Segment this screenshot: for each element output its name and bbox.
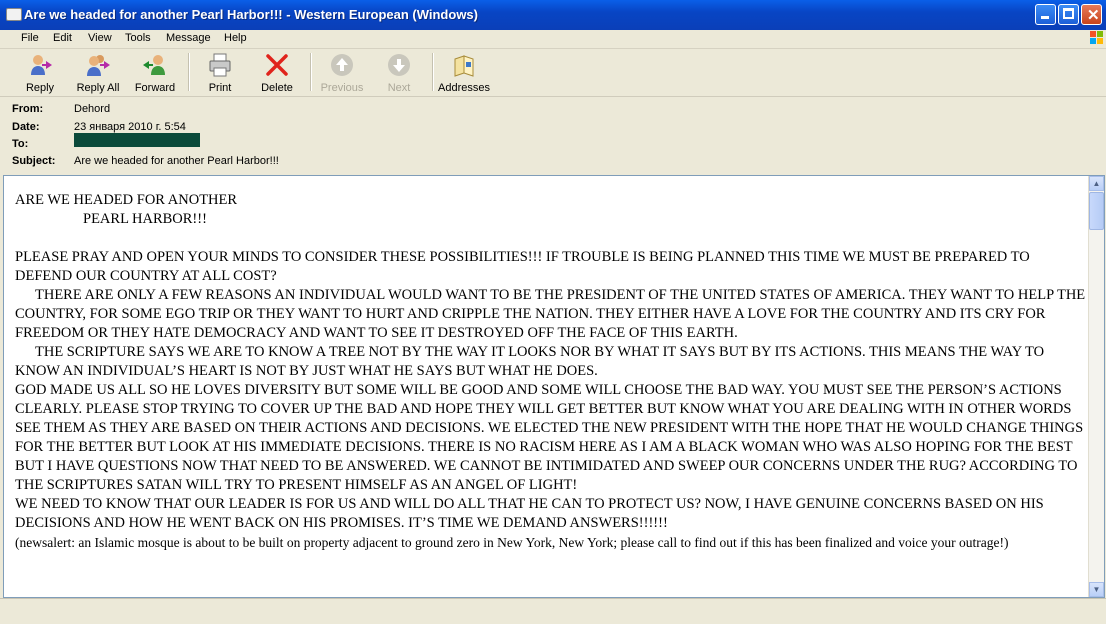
menu-file[interactable]: File [21,32,39,44]
address-book-icon [454,55,474,77]
message-title-line1: ARE WE HEADED FOR ANOTHER [15,192,238,208]
date-value: 23 января 2010 г. 5:54 [74,121,186,133]
toolbar: Reply Reply All Forward Print Delete Pre… [0,49,1106,97]
reply-icon [31,55,52,75]
arrow-down-icon [388,54,410,76]
message-paragraph: WE NEED TO KNOW THAT OUR LEADER IS FOR U… [15,496,1044,531]
forward-button[interactable]: Forward [127,51,183,95]
windows-logo-icon [1090,31,1103,44]
subject-value: Are we headed for another Pearl Harbor!!… [74,155,279,167]
vertical-scrollbar[interactable]: ▲ ▼ [1088,176,1104,597]
menu-help[interactable]: Help [224,32,247,44]
reply-all-button[interactable]: Reply All [70,51,126,95]
minimize-button[interactable] [1035,4,1056,25]
print-button[interactable]: Print [192,51,248,95]
redacted-recipient [74,133,200,147]
reply-button[interactable]: Reply [12,51,68,95]
menu-bar: File Edit View Tools Message Help [0,30,1106,49]
previous-button[interactable]: Previous [314,51,370,95]
from-value: Dehord [74,103,111,115]
message-paragraph: (newsalert: an Islamic mosque is about t… [15,535,1009,550]
subject-label: Subject: [12,155,56,167]
menu-message[interactable]: Message [166,32,211,44]
printer-icon [209,53,231,77]
addresses-button[interactable]: Addresses [436,51,492,95]
date-label: Date: [12,121,40,133]
scroll-thumb[interactable] [1089,192,1104,230]
close-button[interactable]: ✕ [1081,4,1102,25]
message-body[interactable]: ARE WE HEADED FOR ANOTHER PEARL HARBOR!!… [3,175,1105,598]
message-paragraph: THE SCRIPTURE SAYS WE ARE TO KNOW A TREE… [15,344,1045,379]
scroll-up-arrow-icon[interactable]: ▲ [1089,176,1104,191]
message-header: From: Dehord Date: 23 января 2010 г. 5:5… [0,97,1106,175]
scroll-down-arrow-icon[interactable]: ▼ [1089,582,1104,597]
window-title: Are we headed for another Pearl Harbor!!… [24,7,478,22]
delete-button[interactable]: Delete [249,51,305,95]
to-label: To: [12,138,29,150]
message-paragraph: GOD MADE US ALL SO HE LOVES DIVERSITY BU… [15,382,1084,493]
menu-view[interactable]: View [88,32,112,44]
message-paragraph: PLEASE PRAY AND OPEN YOUR MINDS TO CONSI… [15,249,1030,284]
menu-edit[interactable]: Edit [53,32,72,44]
forward-icon [143,55,165,75]
menu-tools[interactable]: Tools [125,32,151,44]
delete-x-icon [266,54,288,76]
maximize-button[interactable] [1058,4,1079,25]
from-label: From: [12,103,44,115]
message-paragraph: THERE ARE ONLY A FEW REASONS AN INDIVIDU… [15,287,1086,341]
next-button[interactable]: Next [371,51,427,95]
envelope-icon [6,8,22,21]
message-title-line2: PEARL HARBOR!!! [83,211,207,227]
arrow-up-icon [331,54,353,76]
title-bar[interactable]: Are we headed for another Pearl Harbor!!… [0,0,1106,30]
message-text: ARE WE HEADED FOR ANOTHER PEARL HARBOR!!… [15,191,1087,552]
status-bar [0,598,1106,624]
reply-all-icon [87,55,110,76]
